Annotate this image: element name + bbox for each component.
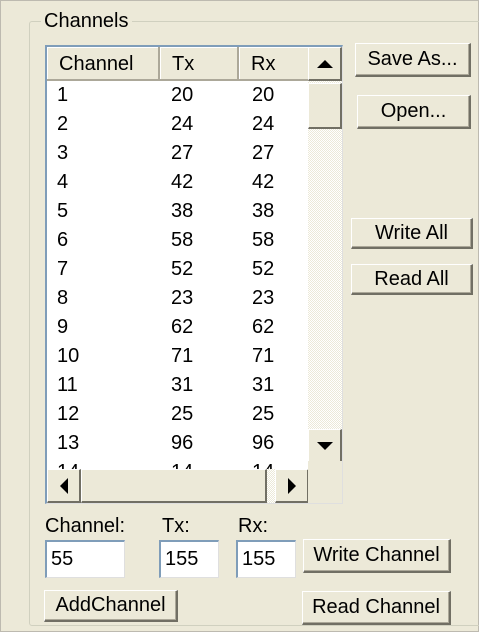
channel-cell: 8 (57, 287, 69, 309)
channel-cell: 3 (57, 142, 69, 164)
open-button[interactable]: Open... (357, 95, 471, 129)
horizontal-scrollbar[interactable] (47, 469, 309, 503)
tx-cell: 23 (171, 287, 194, 309)
scrollbar-corner (308, 461, 342, 503)
tx-cell: 20 (171, 84, 194, 106)
rx-label: Rx: (238, 515, 268, 537)
table-row[interactable]: 6 58 58 (47, 226, 309, 255)
read-all-button[interactable]: Read All (351, 264, 473, 295)
rx-cell: 96 (252, 432, 275, 454)
rx-cell: 62 (252, 316, 275, 338)
rx-cell: 38 (252, 200, 275, 222)
channel-label: Channel: (45, 515, 126, 537)
table-row[interactable]: 7 52 52 (47, 255, 309, 284)
table-row[interactable]: 2 24 24 (47, 110, 309, 139)
tx-cell: 58 (171, 229, 194, 251)
list-rows: 1 20 20 2 24 24 3 27 27 4 42 42 5 38 38 6 58 58 7 52 52 8 23 23… (47, 81, 309, 487)
rx-cell: 20 (252, 84, 275, 106)
table-row[interactable]: 13 96 96 (47, 429, 309, 458)
rx-cell: 52 (252, 258, 275, 280)
table-row[interactable]: 5 38 38 (47, 197, 309, 226)
table-row[interactable]: 8 23 23 (47, 284, 309, 313)
table-row[interactable]: 1 20 20 (47, 81, 309, 110)
table-row[interactable]: 10 71 71 (47, 342, 309, 371)
tx-cell: 38 (171, 200, 194, 222)
groupbox-title: Channels (41, 9, 132, 33)
arrow-left-icon (59, 477, 68, 494)
tx-cell: 27 (171, 142, 194, 164)
tx-cell: 52 (171, 258, 194, 280)
channel-cell: 13 (57, 432, 80, 454)
scroll-down-button[interactable] (308, 429, 342, 463)
rx-cell: 71 (252, 345, 275, 367)
rx-cell: 31 (252, 374, 275, 396)
table-row[interactable]: 4 42 42 (47, 168, 309, 197)
horizontal-scroll-thumb[interactable] (81, 469, 267, 503)
channel-cell: 2 (57, 113, 69, 135)
tx-cell: 24 (171, 113, 194, 135)
table-row[interactable]: 12 25 25 (47, 400, 309, 429)
table-row[interactable]: 9 62 62 (47, 313, 309, 342)
tx-cell: 42 (171, 171, 194, 193)
scroll-up-button[interactable] (308, 47, 342, 81)
rx-cell: 27 (252, 142, 275, 164)
channel-cell: 11 (57, 374, 78, 396)
channel-cell: 10 (57, 345, 80, 367)
write-channel-button[interactable]: Write Channel (303, 539, 451, 573)
tx-cell: 62 (171, 316, 194, 338)
save-as-button[interactable]: Save As... (355, 43, 471, 77)
tx-cell: 96 (171, 432, 194, 454)
rx-cell: 23 (252, 287, 275, 309)
column-header-tx[interactable]: Tx (160, 47, 239, 81)
table-row[interactable]: 11 31 31 (47, 371, 309, 400)
write-all-button[interactable]: Write All (351, 218, 473, 249)
channel-input[interactable] (45, 540, 125, 578)
channel-cell: 12 (57, 403, 80, 425)
tx-input[interactable] (159, 540, 219, 578)
rx-cell: 42 (252, 171, 275, 193)
channel-list[interactable]: Channel Tx Rx 1 20 20 2 24 24 3 27 27 4 42 42 5 38 38 6… (45, 45, 343, 504)
channel-cell: 5 (57, 200, 69, 222)
channel-cell: 1 (57, 84, 69, 106)
add-channel-button[interactable]: AddChannel (44, 590, 178, 622)
vertical-scrollbar[interactable] (308, 47, 342, 463)
tx-cell: 71 (171, 345, 194, 367)
table-row[interactable]: 3 27 27 (47, 139, 309, 168)
rx-cell: 25 (252, 403, 275, 425)
arrow-down-icon (316, 441, 333, 450)
channels-panel: Channels Channel Tx Rx 1 20 20 2 24 24 3 27 27 4 4… (0, 0, 479, 632)
rx-cell: 58 (252, 229, 275, 251)
tx-cell: 31 (171, 374, 194, 396)
channel-cell: 4 (57, 171, 69, 193)
channel-cell: 9 (57, 316, 69, 338)
rx-input[interactable] (236, 540, 296, 578)
tx-label: Tx: (162, 515, 190, 537)
read-channel-button[interactable]: Read Channel (302, 591, 451, 625)
scroll-right-button[interactable] (275, 469, 309, 503)
tx-cell: 25 (171, 403, 194, 425)
column-header-channel[interactable]: Channel (47, 47, 160, 81)
channel-cell: 6 (57, 229, 69, 251)
arrow-right-icon (287, 477, 296, 494)
channel-cell: 7 (57, 258, 69, 280)
vertical-scroll-thumb[interactable] (308, 83, 342, 129)
column-header-rx[interactable]: Rx (239, 47, 311, 81)
list-header: Channel Tx Rx (47, 47, 311, 81)
arrow-up-icon (316, 59, 333, 68)
rx-cell: 24 (252, 113, 275, 135)
scroll-left-button[interactable] (47, 469, 81, 503)
